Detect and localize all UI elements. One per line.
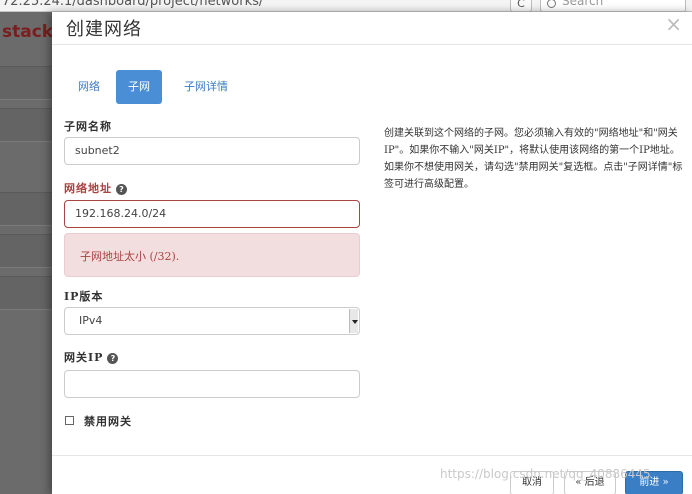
modal-title: 创建网络 [66,19,142,40]
help-icon[interactable]: ? [116,183,127,195]
help-description: 创建关联到这个网络的子网。您必须输入有效的"网络地址"和"网关IP"。如果你不输… [384,128,683,190]
network-address-label: 网络地址? [64,180,127,196]
help-icon[interactable]: ? [107,352,119,364]
subnet-name-label: 子网名称 [64,120,112,133]
brand-logo-text: stack [2,22,54,42]
error-message: 子网地址太小 (/32). [80,250,180,263]
search-placeholder: Search [562,0,604,8]
reload-button[interactable]: C [510,0,532,11]
tab-subnet-details[interactable]: 子网详情 [172,70,240,104]
browser-search-box[interactable]: Search [540,0,686,11]
network-address-input[interactable]: 192.168.24.0/24 [64,200,360,228]
search-icon [547,0,556,8]
gateway-ip-input[interactable] [64,370,360,398]
gateway-ip-label-text: 网关IP [64,351,104,364]
disable-gateway-checkbox[interactable] [65,416,74,425]
background-nav-item [0,234,52,268]
tab-subnet[interactable]: 子网 [116,70,162,104]
disable-gateway-label: 禁用网关 [84,415,132,428]
ip-version-select[interactable]: IPv4 [64,307,360,335]
ip-version-selected: IPv4 [79,314,103,327]
browser-toolbar: 72.25.24.1/dashboard/project/networks/ C… [0,0,692,12]
network-address-label-text: 网络地址 [64,182,112,195]
background-nav-item [0,276,52,310]
address-bar-url[interactable]: 72.25.24.1/dashboard/project/networks/ [2,0,263,9]
chevron-down-icon[interactable] [349,309,358,333]
divider [52,455,692,456]
create-network-modal: 创建网络 × 网络 子网 子网详情 子网名称 subnet2 网络地址? 192… [52,12,692,494]
close-icon[interactable]: × [665,14,682,34]
watermark-text: https://blog.csdn.net/qq_40886445 [440,467,651,481]
gateway-ip-label: 网关IP? [64,349,119,365]
divider [52,44,692,45]
background-sidebar: stack [0,12,54,494]
background-nav-item [0,192,52,226]
ip-version-label: IP版本 [64,290,104,303]
background-nav-item [0,108,52,142]
subnet-name-input[interactable]: subnet2 [64,137,360,165]
background-nav-item [0,66,52,100]
tab-network[interactable]: 网络 [66,70,112,104]
error-alert: 子网地址太小 (/32). [64,233,360,277]
